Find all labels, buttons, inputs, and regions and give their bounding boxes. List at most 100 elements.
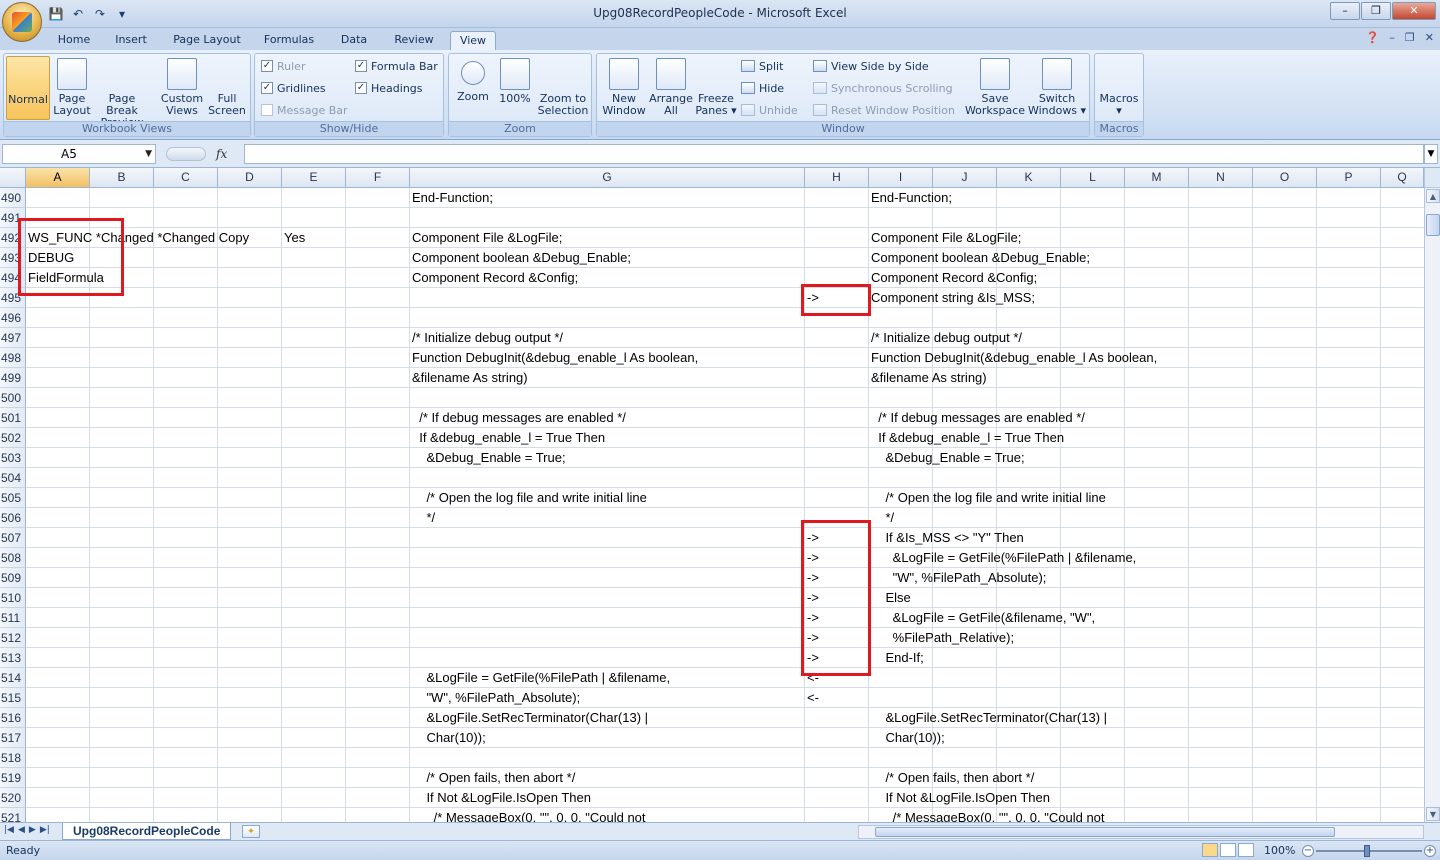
row-header[interactable]: 505: [0, 488, 26, 508]
new-window-button[interactable]: New Window: [599, 56, 649, 120]
close-button[interactable]: ✕: [1392, 2, 1436, 20]
tab-insert[interactable]: Insert: [108, 31, 154, 50]
cell-i[interactable]: /* Initialize debug output */: [871, 328, 1022, 348]
ruler-checkbox[interactable]: ✓ Ruler: [261, 58, 305, 74]
formula-input[interactable]: [244, 144, 1424, 164]
column-header-o[interactable]: O: [1253, 168, 1317, 188]
row-header[interactable]: 519: [0, 768, 26, 788]
row-header[interactable]: 500: [0, 388, 26, 408]
switch-windows-button[interactable]: Switch Windows ▾: [1027, 56, 1087, 120]
normal-view-button[interactable]: Normal: [6, 56, 50, 259]
zoom-level[interactable]: 100%: [1264, 844, 1295, 857]
column-header-l[interactable]: L: [1061, 168, 1125, 188]
column-header-d[interactable]: D: [218, 168, 282, 188]
formula-bar-checkbox[interactable]: ✓ Formula Bar: [355, 58, 438, 74]
row-header[interactable]: 501: [0, 408, 26, 428]
row-header[interactable]: 513: [0, 648, 26, 668]
freeze-panes-button[interactable]: Freeze Panes ▾: [695, 56, 737, 258]
cell-g[interactable]: /* Open fails, then abort */: [412, 768, 575, 788]
column-header-g[interactable]: G: [410, 168, 805, 188]
page-layout-shortcut-icon[interactable]: [1220, 843, 1236, 857]
cell-g[interactable]: Component Record &Config;: [412, 268, 578, 288]
cell-g[interactable]: End-Function;: [412, 188, 493, 208]
cell-i[interactable]: Component Record &Config;: [871, 268, 1037, 288]
scroll-up-icon[interactable]: ▲: [1426, 189, 1440, 203]
cell-i[interactable]: /* Open the log file and write initial l…: [871, 488, 1105, 508]
cell-g[interactable]: Component File &LogFile;: [412, 228, 562, 248]
column-header-k[interactable]: K: [997, 168, 1061, 188]
row-header[interactable]: 496: [0, 308, 26, 328]
office-button[interactable]: [2, 2, 42, 42]
column-header-f[interactable]: F: [346, 168, 410, 188]
cell-g[interactable]: /* If debug messages are enabled */: [412, 408, 626, 428]
vertical-scroll-thumb[interactable]: [1426, 214, 1440, 236]
row-header[interactable]: 520: [0, 788, 26, 808]
full-screen-button[interactable]: Full Screen: [206, 56, 248, 258]
maximize-button[interactable]: ❐: [1361, 2, 1391, 20]
cell-i[interactable]: Component string &Is_MSS;: [871, 288, 1035, 308]
row-header[interactable]: 517: [0, 728, 26, 748]
row-header[interactable]: 516: [0, 708, 26, 728]
arrange-all-button[interactable]: Arrange All: [649, 56, 693, 120]
row-header[interactable]: 512: [0, 628, 26, 648]
next-sheet-icon[interactable]: ▶: [29, 825, 36, 835]
vertical-split-box[interactable]: [1424, 168, 1440, 188]
ribbon-restore-icon[interactable]: ❐: [1405, 31, 1415, 44]
cell-i[interactable]: /* Open fails, then abort */: [871, 768, 1034, 788]
horizontal-scrollbar[interactable]: [858, 825, 1424, 839]
row-header[interactable]: 510: [0, 588, 26, 608]
tab-formulas[interactable]: Formulas: [258, 31, 320, 50]
zoom-in-icon[interactable]: +: [1424, 845, 1436, 857]
cell-i[interactable]: End-Function;: [871, 188, 952, 208]
tab-view[interactable]: View: [450, 31, 496, 50]
row-header[interactable]: 503: [0, 448, 26, 468]
column-header-c[interactable]: C: [154, 168, 218, 188]
minimize-button[interactable]: –: [1330, 2, 1360, 20]
zoom-to-selection-button[interactable]: Zoom to Selection: [537, 56, 589, 258]
row-header[interactable]: 521: [0, 808, 26, 822]
cell-i[interactable]: &Debug_Enable = True;: [871, 448, 1024, 468]
row-header[interactable]: 515: [0, 688, 26, 708]
cell-i[interactable]: End-If;: [871, 648, 923, 668]
cell-g[interactable]: "W", %FilePath_Absolute);: [412, 688, 580, 708]
zoom-button[interactable]: Zoom: [453, 56, 493, 120]
column-header-q[interactable]: Q: [1381, 168, 1424, 188]
split-button[interactable]: Split: [741, 58, 783, 74]
zoom-slider[interactable]: − +: [1302, 845, 1436, 857]
save-workspace-button[interactable]: Save Workspace: [963, 56, 1027, 120]
row-header[interactable]: 509: [0, 568, 26, 588]
message-bar-checkbox[interactable]: ✓Message Bar: [261, 102, 348, 118]
row-header[interactable]: 514: [0, 668, 26, 688]
insert-sheet-icon[interactable]: ✦: [242, 825, 260, 838]
row-header[interactable]: 506: [0, 508, 26, 528]
cell-g[interactable]: /* Open the log file and write initial l…: [412, 488, 646, 508]
cell-g[interactable]: &LogFile.SetRecTerminator(Char(13) |: [412, 708, 648, 728]
page-layout-view-button[interactable]: Page Layout: [52, 56, 92, 120]
headings-checkbox[interactable]: ✓ Headings: [355, 80, 423, 96]
cell-g[interactable]: &LogFile = GetFile(%FilePath | &filename…: [412, 668, 670, 688]
tab-page-layout[interactable]: Page Layout: [166, 31, 248, 50]
cell-e[interactable]: Yes: [284, 228, 305, 248]
worksheet-grid[interactable]: A B C D E F G H I J K L M N O P Q 490 End-Function; End-Fun…: [0, 168, 1440, 822]
cell-i[interactable]: /* MessageBox(0, "", 0, 0, "Could not: [871, 808, 1105, 822]
row-header[interactable]: 508: [0, 548, 26, 568]
column-header-j[interactable]: J: [933, 168, 997, 188]
cell-i[interactable]: %FilePath_Relative);: [871, 628, 1014, 648]
macros-button[interactable]: Macros ▾: [1098, 56, 1140, 258]
synchronous-scrolling-button[interactable]: Synchronous Scrolling: [813, 80, 953, 96]
row-header[interactable]: 518: [0, 748, 26, 768]
cell-i[interactable]: &LogFile = GetFile(%FilePath | &filename…: [871, 548, 1137, 568]
normal-view-shortcut-icon[interactable]: [1202, 843, 1218, 857]
chevron-down-icon[interactable]: ▼: [145, 145, 152, 163]
vertical-scrollbar[interactable]: ▲ ▼: [1424, 188, 1440, 822]
cell-h[interactable]: <-: [807, 688, 819, 708]
select-all-corner[interactable]: [0, 168, 26, 188]
cell-g[interactable]: &Debug_Enable = True;: [412, 448, 565, 468]
cell-i[interactable]: &LogFile = GetFile(&filename, "W",: [871, 608, 1096, 628]
column-header-b[interactable]: B: [90, 168, 154, 188]
gridlines-checkbox[interactable]: ✓ Gridlines: [261, 80, 326, 96]
sheet-tab[interactable]: Upg08RecordPeopleCode: [62, 823, 232, 840]
row-header[interactable]: 502: [0, 428, 26, 448]
row-header[interactable]: 498: [0, 348, 26, 368]
column-header-a[interactable]: A: [26, 168, 90, 188]
